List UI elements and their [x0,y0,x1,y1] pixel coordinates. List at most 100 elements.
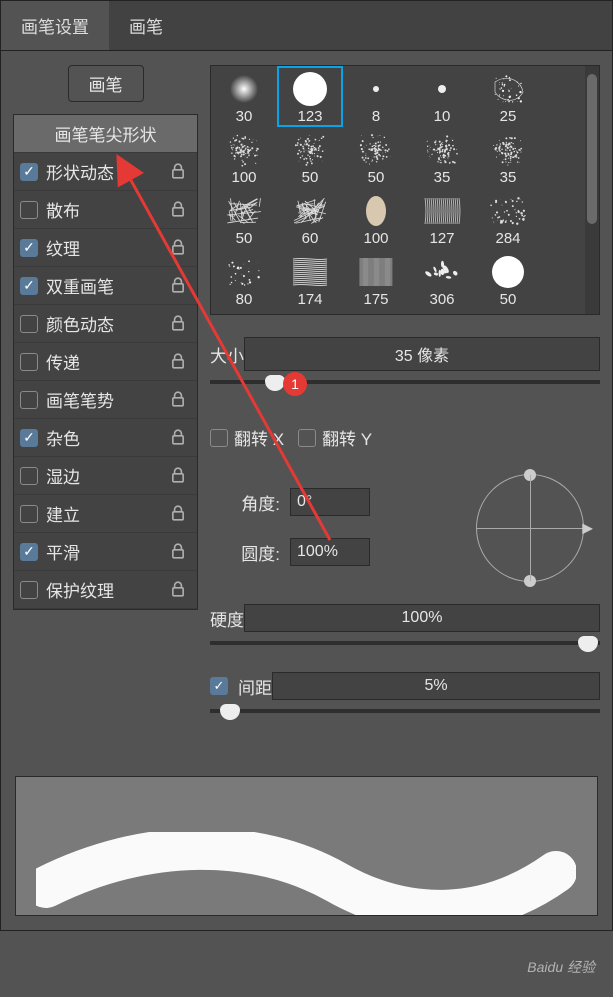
angle-value[interactable]: 0° [290,488,370,516]
brush-thumb-icon [289,70,331,108]
option-item[interactable]: ✓ 杂色 [14,419,197,457]
brush-thumbnail[interactable]: 175 [343,249,409,310]
option-item[interactable]: 画笔笔势 [14,381,197,419]
lock-icon[interactable] [171,581,187,599]
brush-thumbnail[interactable]: 8 [343,66,409,127]
option-item[interactable]: ✓ 纹理 [14,229,197,267]
brush-thumb-icon [289,131,331,169]
slider-knob[interactable] [220,704,240,720]
option-checkbox[interactable] [20,467,38,485]
option-item[interactable]: 传递 [14,343,197,381]
option-checkbox[interactable]: ✓ [20,163,38,181]
brush-size-label: 35 [475,169,541,186]
angle-picker[interactable]: ▶ [470,470,600,582]
lock-icon[interactable] [171,505,187,523]
option-checkbox[interactable] [20,391,38,409]
brush-thumbnail[interactable]: 50 [277,127,343,188]
brush-thumbnail[interactable]: 80 [211,249,277,310]
brush-thumbnail[interactable]: 127 [409,188,475,249]
spacing-slider[interactable] [210,708,600,726]
brush-thumbnail[interactable]: 50 [343,127,409,188]
brush-thumbnail[interactable]: 25 [475,66,541,127]
option-label: 画笔笔势 [46,387,171,412]
brush-thumbnail[interactable]: 35 [409,127,475,188]
lock-icon[interactable] [171,391,187,409]
brush-thumbnail[interactable]: 10 [409,66,475,127]
lock-icon[interactable] [171,353,187,371]
brush-size-label: 284 [475,230,541,247]
brush-thumbnail[interactable]: 50 [211,188,277,249]
brush-thumb-icon [355,70,397,108]
option-item[interactable]: 颜色动态 [14,305,197,343]
option-checkbox[interactable]: ✓ [20,277,38,295]
tab-bar: 画笔设置 画笔 [1,1,612,51]
brush-thumbnail[interactable]: 100 [343,188,409,249]
size-value[interactable]: 35 像素 [244,337,600,371]
brush-thumbnail[interactable]: 284 [475,188,541,249]
hardness-value[interactable]: 100% [244,604,600,632]
brush-thumbnail-grid[interactable]: 3012381025100505035355060100127284801741… [210,65,600,315]
option-checkbox[interactable]: ✓ [20,429,38,447]
option-label: 保护纹理 [46,577,171,602]
scrollbar[interactable] [585,66,599,314]
angle-handle-top[interactable] [524,469,536,481]
slider-knob[interactable] [265,375,285,391]
brush-thumbnail[interactable]: 174 [277,249,343,310]
option-checkbox[interactable] [20,581,38,599]
lock-icon[interactable] [171,277,187,295]
brush-thumb-icon [421,70,463,108]
tab-brush-settings[interactable]: 画笔设置 [1,1,109,50]
option-item[interactable]: 湿边 [14,457,197,495]
option-checkbox[interactable] [20,201,38,219]
option-item[interactable]: ✓平滑 [14,533,197,571]
hardness-slider[interactable] [210,640,600,658]
option-item[interactable]: ✓ 双重画笔 [14,267,197,305]
brush-thumbnail[interactable]: 30 [211,66,277,127]
lock-icon[interactable] [171,467,187,485]
brush-thumb-icon [289,253,331,291]
lock-icon[interactable] [171,429,187,447]
brush-thumbnail[interactable]: 50 [475,249,541,310]
tab-brushes[interactable]: 画笔 [109,1,183,50]
scrollbar-thumb[interactable] [587,74,597,224]
option-checkbox[interactable]: ✓ [20,239,38,257]
slider-knob[interactable] [578,636,598,652]
option-item[interactable]: 散布 [14,191,197,229]
option-checkbox[interactable] [20,505,38,523]
brush-thumbnail[interactable]: 100 [211,127,277,188]
option-item[interactable]: ✓形状动态 [14,153,197,191]
option-label: 纹理 [46,235,171,260]
brush-size-label: 127 [409,230,475,247]
brush-size-label: 25 [475,108,541,125]
brush-thumbnail[interactable]: 306 [409,249,475,310]
brush-size-label: 50 [475,291,541,308]
brush-thumb-icon [223,131,265,169]
brush-thumbnail[interactable]: 35 [475,127,541,188]
brush-thumbnail[interactable]: 60 [277,188,343,249]
spacing-checkbox[interactable]: ✓ [210,677,228,695]
option-checkbox[interactable] [20,315,38,333]
option-item[interactable]: 建立 [14,495,197,533]
lock-icon[interactable] [171,239,187,257]
roundness-value[interactable]: 100% [290,538,370,566]
angle-handle-bottom[interactable] [524,575,536,587]
size-slider[interactable] [210,379,600,397]
spacing-value[interactable]: 5% [272,672,600,700]
lock-icon[interactable] [171,315,187,333]
option-brush-tip-shape[interactable]: 画笔笔尖形状 [14,115,197,153]
brush-thumb-icon [223,70,265,108]
flip-x-checkbox[interactable] [210,429,228,447]
lock-icon[interactable] [171,543,187,561]
option-label: 双重画笔 [46,273,171,298]
option-label: 杂色 [46,425,171,450]
lock-icon[interactable] [171,201,187,219]
option-checkbox[interactable] [20,353,38,371]
lock-icon[interactable] [171,163,187,181]
brush-thumbnail[interactable]: 123 [277,66,343,127]
brush-thumb-icon [421,131,463,169]
option-checkbox[interactable]: ✓ [20,543,38,561]
flip-y-checkbox[interactable] [298,429,316,447]
brush-preset-button[interactable]: 画笔 [68,65,144,102]
option-item[interactable]: 保护纹理 [14,571,197,609]
brush-size-label: 10 [409,108,475,125]
